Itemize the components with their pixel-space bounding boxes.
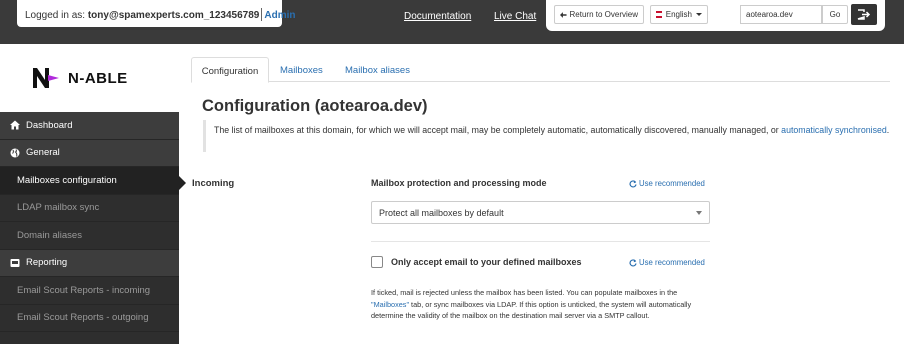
home-icon [10,120,20,130]
report-icon [10,258,20,268]
login-user: tony@spamexperts.com_123456789 [87,10,260,21]
sidebar-item-label: Mailboxes configuration [17,174,117,186]
use-recommended-label: Use recommended [639,179,705,188]
sidebar-item-label: Email Scout Reports - incoming [17,284,151,296]
n-able-logo-icon [33,68,59,88]
uk-flag-icon [656,11,666,18]
return-to-overview-button[interactable]: Return to Overview [554,5,644,24]
logo-text: N-ABLE [68,69,128,87]
logo[interactable]: N-ABLE [0,44,179,112]
tab-mailbox-aliases[interactable]: Mailbox aliases [345,57,410,83]
sidebar-item-label: Reporting [26,257,68,269]
sidebar-item-dashboard[interactable]: Dashboard [0,112,179,140]
sidebar-item-mailboxes-configuration[interactable]: Mailboxes configuration [0,167,179,195]
incoming-section-label: Incoming [192,178,235,189]
sidebar-item-label: Dashboard [26,119,73,131]
tab-configuration[interactable]: Configuration [191,57,269,83]
info-suffix: . [886,125,890,135]
use-recommended-label: Use recommended [639,258,705,267]
caret-down-icon [696,13,702,16]
divider [371,241,710,242]
use-recommended-button[interactable]: Use recommended [629,179,705,188]
help-suffix: tab, or sync mailboxes via LDAP. If this… [371,299,692,321]
info-callout: The list of mailboxes at this domain, fo… [203,120,890,152]
sidebar-item-general[interactable]: General [0,139,179,167]
return-label: Return to Overview [569,10,638,19]
sidebar-item-label: General [26,147,60,159]
sidebar: Dashboard General Mailboxes configuratio… [0,112,179,344]
page-title: Configuration (aotearoa.dev) [202,97,428,115]
active-item-pointer [179,176,186,190]
arrow-left-icon [560,11,567,18]
sidebar-item-label: LDAP mailbox sync [17,202,100,214]
sidebar-item-reporting[interactable]: Reporting [0,249,179,277]
use-recommended-button-2[interactable]: Use recommended [629,258,705,267]
info-text: The list of mailboxes at this domain, fo… [214,125,782,135]
automatically-synchronised-link[interactable]: automatically synchronised [781,125,887,135]
language-dropdown[interactable]: English [650,5,708,24]
login-prefix: Logged in as: [25,10,86,21]
only-defined-mailboxes-label: Only accept email to your defined mailbo… [391,257,582,267]
sidebar-item-label: Email Scout Reports - outgoing [17,312,149,324]
login-info: Logged in as: tony@spamexperts.com_12345… [17,0,295,27]
chevron-down-icon [696,211,702,215]
help-prefix: If ticked, mail is rejected unless the m… [371,288,678,297]
domain-search-input[interactable] [740,5,822,24]
refresh-icon [629,179,637,188]
tab-mailboxes[interactable]: Mailboxes [280,57,323,83]
admin-link[interactable]: Admin [264,10,295,21]
language-label: English [665,10,692,19]
refresh-icon [629,258,637,267]
sidebar-item-label: Domain aliases [17,229,82,241]
protection-mode-value: Protect all mailboxes by default [379,208,504,218]
protection-mode-select[interactable]: Protect all mailboxes by default [371,201,710,224]
logout-icon [857,9,871,20]
sidebar-item-email-scout-incoming[interactable]: Email Scout Reports - incoming [0,277,179,305]
tab-bar: Configuration Mailboxes Mailbox aliases [191,57,890,83]
help-text: If ticked, mail is rejected unless the m… [371,287,716,322]
mailboxes-tab-link[interactable]: "Mailboxes" [371,300,409,309]
sidebar-item-ldap-mailbox-sync[interactable]: LDAP mailbox sync [0,194,179,222]
go-button[interactable]: Go [822,5,848,24]
documentation-link[interactable]: Documentation [404,11,471,22]
live-chat-link[interactable]: Live Chat [494,11,536,22]
sidebar-item-domain-aliases[interactable]: Domain aliases [0,222,179,250]
globe-icon [10,148,20,158]
topbar-tools: Return to Overview English Go [546,0,885,31]
separator [261,8,263,21]
logout-button[interactable] [851,4,877,25]
only-defined-mailboxes-checkbox[interactable] [371,256,383,268]
top-bar: Logged in as: tony@spamexperts.com_12345… [0,0,904,44]
sidebar-item-email-scout-outgoing[interactable]: Email Scout Reports - outgoing [0,304,179,332]
mode-label: Mailbox protection and processing mode [371,178,547,188]
